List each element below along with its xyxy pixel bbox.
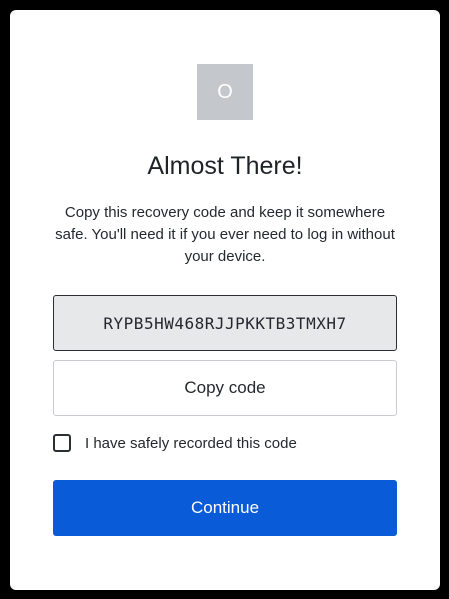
instructions-text: Copy this recovery code and keep it some…	[55, 204, 395, 265]
recorded-checkbox[interactable]	[53, 434, 71, 452]
app-logo: O	[197, 64, 253, 120]
recovery-code-dialog: O Almost There! Copy this recovery code …	[10, 10, 440, 590]
continue-button[interactable]: Continue	[53, 480, 397, 536]
copy-code-button[interactable]: Copy code	[53, 360, 397, 416]
page-title: Almost There!	[147, 152, 303, 180]
circle-logo-icon: O	[217, 81, 233, 103]
recovery-code-field[interactable]: RYPB5HW468RJJPKKTB3TMXH7	[53, 295, 397, 351]
recorded-checkbox-label[interactable]: I have safely recorded this code	[85, 435, 297, 452]
recorded-confirmation-row[interactable]: I have safely recorded this code	[53, 432, 297, 454]
